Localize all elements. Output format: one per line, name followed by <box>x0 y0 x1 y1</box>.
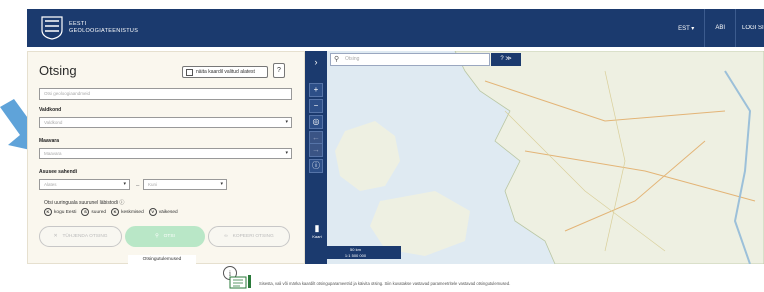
search-button[interactable]: ⚲ OTSI <box>125 226 205 247</box>
help-link[interactable]: ABI <box>705 25 735 31</box>
panel-title: Otsing <box>39 63 77 78</box>
info-icon[interactable]: ⓘ <box>119 200 124 206</box>
close-icon: ✕ <box>53 234 58 239</box>
radio-group-label: Otsi uuringuala suurunel läbistodi ⓘ <box>44 199 124 206</box>
search-panel: Otsing näita kaardil valitud alatest ? O… <box>27 51 305 265</box>
coat-of-arms-logo <box>41 16 63 40</box>
checkbox-box[interactable] <box>186 68 193 76</box>
brand-name: EESTI GEOLOOGIATEENISTUS <box>69 21 138 35</box>
depth-to-select[interactable]: Kuni ▾ <box>143 179 227 190</box>
county-select[interactable]: Maavara ▾ <box>39 148 292 159</box>
expand-panel-icon[interactable]: › <box>309 56 323 70</box>
radio-label: keskmised <box>121 209 144 215</box>
chevron-down-icon: ▾ <box>285 150 288 156</box>
help-button[interactable]: ? <box>273 63 285 78</box>
forward-arrow-icon[interactable]: → <box>309 143 323 157</box>
tab-search-results[interactable]: Otsingutulemused <box>128 255 196 265</box>
radio-label: väikesed <box>158 209 178 215</box>
chevron-down-icon: ▾ <box>285 119 288 125</box>
radio-button[interactable]: K <box>44 208 52 216</box>
link-icon: ∞ <box>224 234 228 239</box>
depth-from-placeholder: Alates <box>44 182 57 187</box>
show-on-map-checkbox[interactable]: näita kaardil valitud alatest <box>182 66 268 78</box>
search-icon: ⚲ <box>334 56 340 63</box>
map-search-tools[interactable]: ? ≫ <box>491 53 521 66</box>
map-search-input[interactable]: ⚲ Otsing <box>330 53 490 66</box>
radio-option[interactable]: Vväikesed <box>148 208 178 216</box>
search-button-label: OTSI <box>163 234 175 239</box>
brand-line-1: EESTI <box>69 21 87 27</box>
main-search-placeholder: Otsi geoloogiaandmeid <box>44 91 91 96</box>
map-search-placeholder: Otsing <box>345 56 360 62</box>
info-illustration-icon: i <box>223 266 251 289</box>
main-search-input[interactable]: Otsi geoloogiaandmeid <box>39 88 292 100</box>
results-hint: Sisesta, vali või märka kaardilt otsingu… <box>259 281 511 286</box>
search-icon: ⚲ <box>155 234 159 239</box>
info-icon[interactable]: ⓘ <box>309 159 323 173</box>
map-layers-icon: ▮ <box>314 223 320 233</box>
app-root: EESTI GEOLOOGIATEENISTUS EST ▾ ABI LOGI … <box>0 0 764 292</box>
county-select-value: Maavara <box>44 151 62 156</box>
layers-label: Kaart <box>312 234 322 239</box>
field-select[interactable]: Valdkond ▾ <box>39 117 292 128</box>
scale-ratio: 1:1 500 000 <box>344 253 367 258</box>
area-size-radios: Kkogu Eesti Ssuured Kkeskmised Vväikesed <box>44 208 178 216</box>
scale-bar: 50 km 1:1 500 000 <box>310 246 401 259</box>
field-label: Valdkond <box>39 107 62 113</box>
radio-option[interactable]: Kkeskmised <box>111 208 144 216</box>
field-select-value: Valdkond <box>44 120 63 125</box>
radio-button[interactable]: S <box>81 208 90 216</box>
zoom-out-button[interactable]: − <box>309 99 323 113</box>
radio-option[interactable]: Kkogu Eesti <box>44 208 76 216</box>
locate-icon[interactable]: ◎ <box>309 115 323 129</box>
copy-search-button[interactable]: ∞ KOPEERI OTSING <box>208 226 290 247</box>
layers-button[interactable]: ▮ Kaart <box>307 223 327 245</box>
range-dash: – <box>136 183 140 189</box>
radio-button[interactable]: K <box>111 208 120 216</box>
show-on-map-label: näita kaardil valitud alatest <box>196 69 255 75</box>
radio-option[interactable]: Ssuured <box>81 208 106 216</box>
chevron-down-icon: ▾ <box>220 181 223 187</box>
map-canvas[interactable] <box>305 51 764 264</box>
radio-label: suured <box>91 209 107 215</box>
depth-to-placeholder: Kuni <box>148 182 158 187</box>
map-toolbar: › + − ◎ ← → ⓘ ▮ Kaart <box>305 51 327 264</box>
depth-label: Asusee sahendi <box>39 169 78 175</box>
map-view[interactable]: › + − ◎ ← → ⓘ ▮ Kaart ⚲ Otsing ? ≫ 50 km… <box>305 51 764 264</box>
reset-search-button[interactable]: ✕ TÜHJENDA OTSING <box>39 226 122 247</box>
brand-line-2: GEOLOOGIATEENISTUS <box>69 28 139 34</box>
depth-from-select[interactable]: Alates ▾ <box>39 179 130 190</box>
radio-button[interactable]: V <box>148 208 157 216</box>
top-header: EESTI GEOLOOGIATEENISTUS EST ▾ ABI LOGI … <box>27 9 764 47</box>
chevron-down-icon: ▾ <box>123 181 126 187</box>
copy-search-label: KOPEERI OTSING <box>232 234 274 239</box>
zoom-in-button[interactable]: + <box>309 83 323 97</box>
reset-search-label: TÜHJENDA OTSING <box>62 234 108 239</box>
header-actions: EST ▾ ABI LOGI SISSE <box>668 9 764 47</box>
login-link[interactable]: LOGI SISSE <box>736 25 764 31</box>
county-label: Maavara <box>39 138 60 144</box>
radio-label: kogu Eesti <box>54 209 77 215</box>
language-selector[interactable]: EST ▾ <box>668 25 704 32</box>
radio-group-text: Otsi uuringuala suurunel läbistodi <box>44 200 118 206</box>
